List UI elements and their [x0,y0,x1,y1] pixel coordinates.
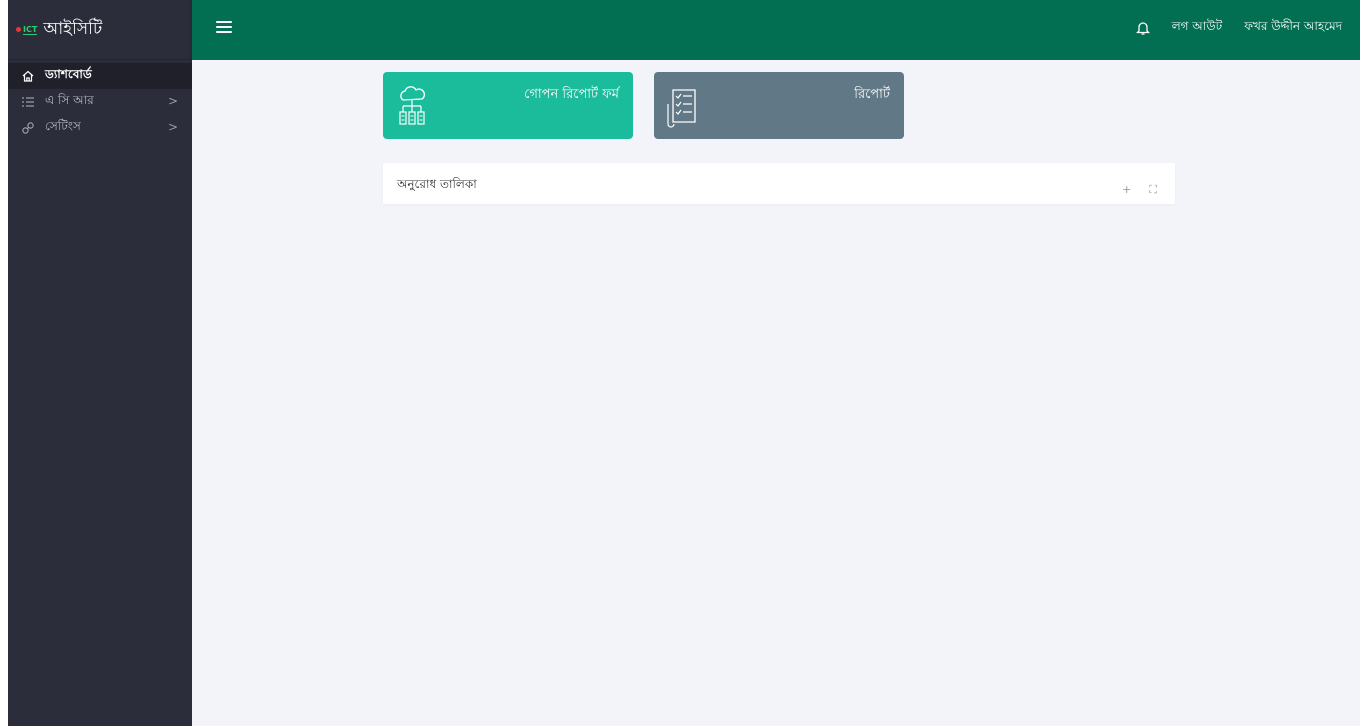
sidebar-item-settings[interactable]: সেটিংস > [8,115,192,141]
request-list-panel: অনুরোধ তালিকা + ⛶ [383,163,1175,204]
secret-report-form-card[interactable]: গোপন রিপোর্ট ফর্ম [383,72,633,139]
bell-icon[interactable] [1135,20,1150,36]
sidebar-item-label: এ সি আর [45,93,94,107]
ict-logo: ICT [16,24,38,35]
report-card[interactable]: রিপোর্ট [654,72,904,139]
hamburger-line [216,21,232,23]
user-name[interactable]: ফখর উদ্দীন আহমেদ [1244,18,1342,38]
add-icon[interactable]: + [1122,184,1131,195]
cloud-network-icon [393,84,431,130]
card-title: রিপোর্ট [854,87,890,102]
sidebar-item-acr[interactable]: এ সি আর > [8,89,192,115]
list-icon [20,95,36,109]
sidebar: ICT আইসিটি ড্যাশবোর্ড এ সি আর > সেটিংস > [8,0,192,726]
logo-dot [16,27,21,32]
chevron-right-icon: > [167,94,178,108]
sidebar-item-dashboard[interactable]: ড্যাশবোর্ড [8,63,192,89]
card-title: গোপন রিপোর্ট ফর্ম [524,87,619,102]
topbar: লগ আউট ফখর উদ্দীন আহমেদ [192,0,1360,60]
panel-title: অনুরোধ তালিকা [397,177,477,191]
fullscreen-icon[interactable]: ⛶ [1149,184,1157,195]
checklist-icon [664,84,702,130]
logout-link[interactable]: লগ আউট [1172,18,1223,38]
logo-text: ICT [23,24,38,35]
home-icon [20,69,36,83]
hamburger-line [216,31,232,33]
menu-toggle-button[interactable] [216,19,232,35]
brand-title: আইসিটি [43,18,103,39]
sidebar-item-label: ড্যাশবোর্ড [45,67,92,81]
topbar-right: লগ আউট ফখর উদ্দীন আহমেদ [1135,0,1342,56]
sidebar-menu: ড্যাশবোর্ড এ সি আর > সেটিংস > [8,60,192,141]
panel-tools: + ⛶ [1122,184,1157,195]
link-icon [20,121,36,135]
sidebar-item-label: সেটিংস [45,119,81,133]
left-edge-strip [0,0,8,726]
brand[interactable]: ICT আইসিটি [8,0,192,60]
chevron-right-icon: > [167,120,178,134]
main-content: গোপন রিপোর্ট ফর্ম রিপোর্ট অনুরোধ তালিকা … [192,60,1360,726]
hamburger-line [216,26,232,28]
